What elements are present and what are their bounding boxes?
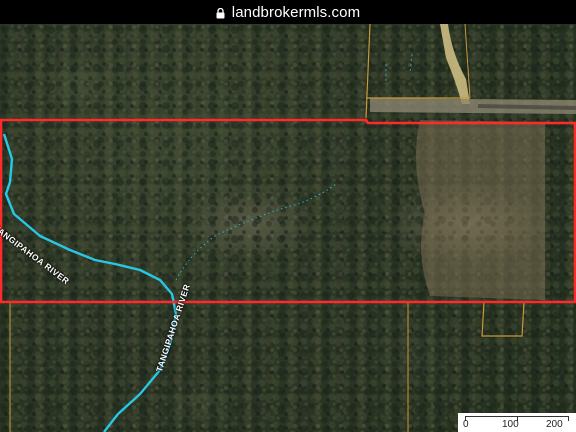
scale-label-200: 200	[546, 419, 563, 430]
satellite-map[interactable]: TANGIPAHOA RIVER TANGIPAHOA RIVER	[0, 24, 576, 432]
screenshot: landbrokermls.com TANGIPAHOA RIVER TANGI…	[0, 0, 576, 432]
browser-url-bar[interactable]: landbrokermls.com	[0, 0, 576, 24]
url-text: landbrokermls.com	[231, 3, 361, 21]
map-overlay	[0, 24, 576, 432]
clearing-area	[416, 120, 545, 300]
scale-label-0: 0	[463, 419, 469, 430]
map-scale-bar: 0 100 200	[458, 413, 576, 432]
scale-label-100: 100	[502, 419, 519, 430]
lock-icon	[216, 7, 225, 18]
